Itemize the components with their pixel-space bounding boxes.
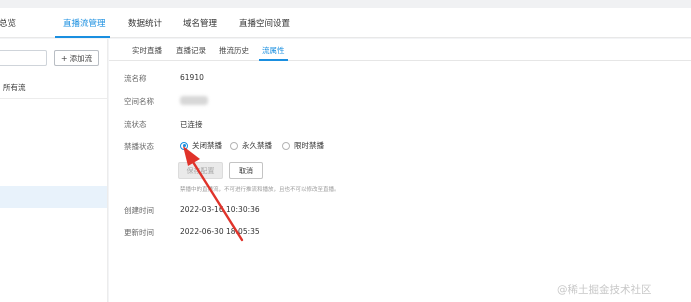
tab-live-records[interactable]: 直播记录: [176, 45, 206, 56]
add-stream-label: 添加流: [69, 53, 93, 63]
stream-status-value: 已连接: [180, 120, 203, 129]
radio-ban-timed-label: 限时禁播: [294, 141, 324, 150]
space-name-value-redacted: [180, 96, 208, 105]
plus-icon: +: [60, 53, 68, 63]
tab-push-history[interactable]: 推流历史: [219, 45, 249, 56]
watermark: @稀土掘金技术社区: [557, 284, 652, 296]
stream-search-input[interactable]: [0, 50, 47, 66]
ban-status-label: 禁播状态: [124, 142, 154, 151]
nav-active-indicator: [55, 36, 110, 38]
annotation-arrow-icon: [183, 146, 244, 242]
top-nav: 总览 直播流管理 数据统计 域名管理 直播空间设置: [0, 8, 691, 38]
nav-item-domain-management[interactable]: 域名管理: [183, 17, 217, 29]
sub-tabs: 实时直播 直播记录 推流历史 流属性: [109, 39, 691, 61]
created-time-label: 创建时间: [124, 206, 154, 215]
nav-item-overview[interactable]: 总览: [0, 17, 16, 29]
selected-stream-row[interactable]: [0, 186, 107, 208]
divider: [0, 98, 107, 99]
sidebar: + 添加流 所有流: [0, 39, 108, 302]
add-stream-button[interactable]: + 添加流: [54, 50, 99, 66]
radio-ban-timed[interactable]: 限时禁播: [282, 140, 324, 151]
all-streams-item[interactable]: 所有流: [3, 82, 26, 93]
updated-time-label: 更新时间: [124, 228, 154, 237]
nav-item-stream-management[interactable]: 直播流管理: [63, 17, 106, 29]
stream-name-value: 61910: [180, 73, 204, 82]
tab-live[interactable]: 实时直播: [132, 45, 162, 56]
stream-status-label: 流状态: [124, 120, 147, 129]
nav-item-statistics[interactable]: 数据统计: [128, 17, 162, 29]
radio-unchecked-icon: [282, 141, 290, 150]
nav-item-space-settings[interactable]: 直播空间设置: [239, 17, 290, 29]
tab-stream-properties[interactable]: 流属性: [262, 45, 285, 56]
tab-active-indicator: [259, 59, 288, 61]
top-strip: [0, 0, 691, 8]
space-name-label: 空间名称: [124, 97, 154, 106]
stream-name-label: 流名称: [124, 74, 147, 83]
